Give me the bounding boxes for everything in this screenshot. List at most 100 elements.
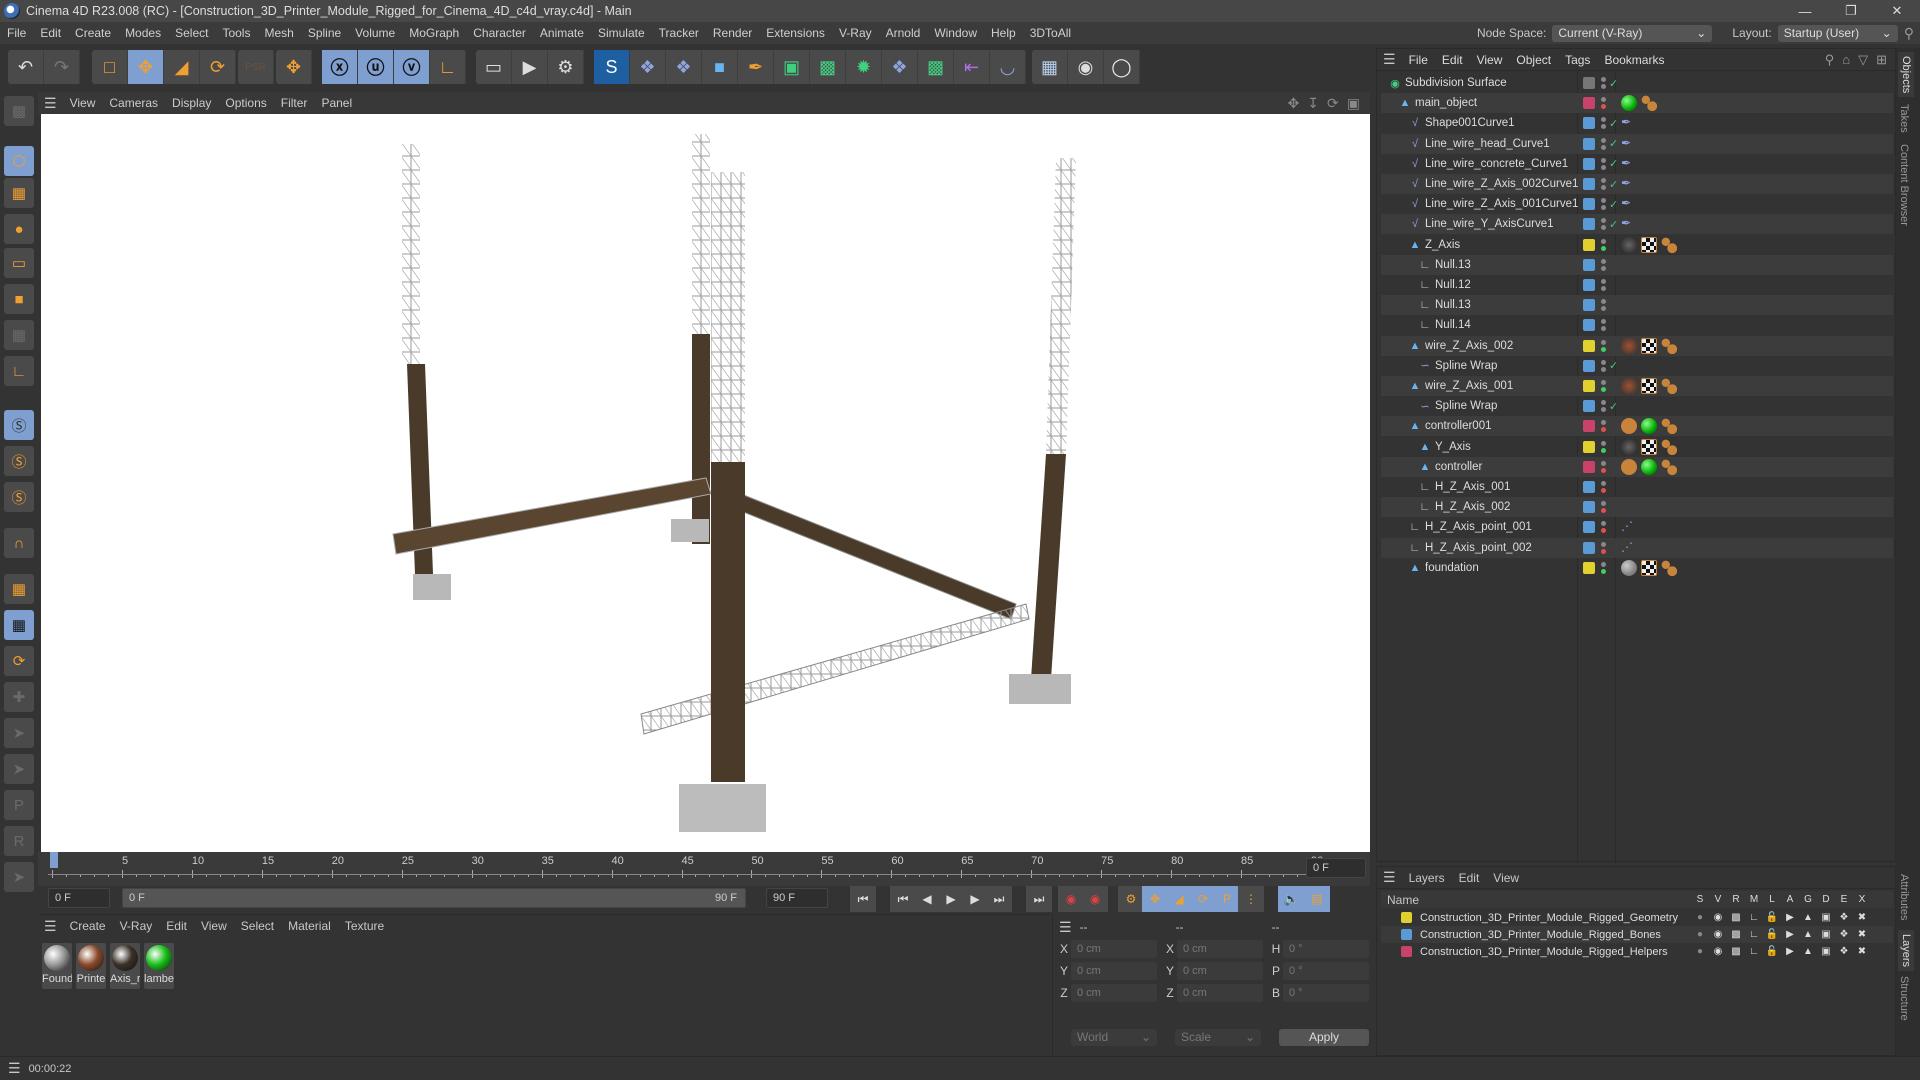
rotation-p-field[interactable]: 0 ° [1283,962,1369,980]
material-menu-v-ray[interactable]: V-Ray [113,919,160,933]
object-name[interactable]: controller001 [1425,420,1491,432]
next-frame-icon[interactable]: ▶ [962,886,988,912]
layer-flag-d-icon[interactable]: ▣ [1817,946,1835,957]
menu-edit[interactable]: Edit [33,26,68,40]
layer-flag-a-icon[interactable]: ▶ [1781,929,1799,940]
flag-header-g[interactable]: G [1799,894,1817,905]
layer-flag-r-icon[interactable]: ▩ [1727,946,1745,957]
flag-header-s[interactable]: S [1691,894,1709,905]
editor-visibility-dot[interactable] [1601,117,1606,123]
layer-color-swatch[interactable] [1401,912,1412,923]
menu-select[interactable]: Select [168,26,215,40]
extrude-icon[interactable]: ▩ [810,50,846,84]
maximize-view-icon[interactable]: ▣ [1347,95,1360,112]
spline-tag-icon[interactable]: ✒ [1621,115,1637,131]
editor-visibility-dot[interactable] [1601,380,1606,385]
layer-color-swatch[interactable] [1583,501,1595,514]
dots-tag-icon[interactable] [1661,337,1677,354]
layer-color-swatch[interactable] [1583,561,1595,574]
make-editable-icon[interactable]: ▩ [4,96,34,126]
visibility-dots[interactable] [1601,117,1607,130]
visibility-dots[interactable] [1601,521,1607,534]
position-y-field[interactable]: 0 cm [1071,962,1157,980]
prev-frame-icon[interactable]: ◀ [914,886,940,912]
flag-header-d[interactable]: D [1817,894,1835,905]
object-menu-tags[interactable]: Tags [1558,53,1597,67]
menu-arnold[interactable]: Arnold [879,26,928,40]
layer-flag-e-icon[interactable]: ❖ [1835,912,1853,923]
editor-visibility-dot[interactable] [1601,339,1606,345]
object-name[interactable]: Line_wire_Y_AxisCurve1 [1425,218,1553,230]
rotation-b-field[interactable]: 0 ° [1283,984,1369,1002]
polygons-mode-icon[interactable]: ■ [4,284,34,314]
enabled-check-icon[interactable]: ✓ [1609,218,1618,231]
object-name[interactable]: controller [1435,461,1482,473]
menu-spline[interactable]: Spline [301,26,348,40]
layer-color-swatch[interactable] [1583,279,1595,291]
sound-icon[interactable]: 🔈 [1278,886,1304,912]
object-name[interactable]: H_Z_Axis_001 [1435,481,1510,493]
green-tag-icon[interactable] [1641,458,1657,475]
deformer-icon[interactable]: ◡ [990,50,1026,84]
close-button[interactable]: ✕ [1874,0,1920,22]
flag-header-e[interactable]: E [1835,894,1853,905]
object-name[interactable]: Line_wire_concrete_Curve1 [1425,158,1568,170]
autokey-icon[interactable]: ◉ [1082,886,1108,912]
z-axis-lock-icon[interactable]: ⓥ [394,50,430,84]
layer-color-swatch[interactable] [1583,359,1595,372]
editor-visibility-dot[interactable] [1601,501,1606,507]
render-visibility-dot[interactable] [1601,488,1606,493]
rotate-icon[interactable]: ⟳ [200,50,236,84]
workplane-icon[interactable]: ▦ [4,574,34,604]
visibility-dots[interactable] [1601,420,1607,433]
move-key-icon[interactable]: ✥ [1142,886,1168,912]
enabled-check-icon[interactable]: ✓ [1609,137,1618,150]
restore-button[interactable]: ❐ [1828,0,1874,22]
dots-tag-icon[interactable] [1661,458,1677,475]
hamburger-icon[interactable]: ☰ [1377,869,1402,886]
ik-tag-icon[interactable]: ⋰ [1621,519,1637,535]
pin-icon[interactable]: ➤ [4,718,34,748]
play-icon[interactable]: ▶ [938,886,964,912]
hamburger-icon[interactable]: ☰ [38,918,63,935]
checker-tag-icon[interactable] [1641,559,1657,576]
python-icon-2[interactable]: ❖ [666,50,702,84]
object-name[interactable]: Line_wire_Z_Axis_001Curve1 [1425,198,1578,210]
size-x-field[interactable]: 0 cm [1177,940,1263,958]
editor-visibility-dot[interactable] [1601,400,1606,406]
move-icon[interactable]: ✥ [128,50,164,84]
editor-visibility-dot[interactable] [1601,481,1606,486]
editor-visibility-dot[interactable] [1601,420,1606,426]
render-visibility-dot[interactable] [1601,205,1606,211]
menu-create[interactable]: Create [68,26,118,40]
y-axis-lock-icon[interactable]: ⓤ [358,50,394,84]
menu-mograph[interactable]: MoGraph [402,26,466,40]
material-menu-select[interactable]: Select [234,919,281,933]
object-row[interactable]: ∟ H_Z_Axis_point_002 ⋰ [1381,537,1893,558]
menu-help[interactable]: Help [984,26,1023,40]
redo-icon[interactable]: ↷ [44,50,80,84]
object-name[interactable]: foundation [1425,562,1479,574]
layer-flag-g-icon[interactable]: ▲ [1799,946,1817,957]
object-name[interactable]: Null.14 [1435,319,1471,331]
viewport-menu-cameras[interactable]: Cameras [102,96,165,110]
editor-visibility-dot[interactable] [1601,97,1606,103]
layer-flag-l-icon[interactable]: 🔓 [1763,929,1781,940]
layer-name[interactable]: Construction_3D_Printer_Module_Rigged_He… [1420,946,1668,958]
render-visibility-dot[interactable] [1601,185,1606,190]
layer-menu-view[interactable]: View [1486,871,1526,885]
object-name[interactable]: main_object [1415,97,1477,109]
object-menu-object[interactable]: Object [1509,53,1558,67]
enabled-check-icon[interactable]: ✓ [1609,77,1618,90]
hamburger-icon[interactable]: ☰ [38,95,63,112]
axis-mode-icon[interactable]: ∟ [4,356,34,386]
dots-tag-icon[interactable] [1661,559,1677,576]
tab-objects[interactable]: Objects [1898,52,1914,98]
object-row[interactable]: √ Line_wire_head_Curve1 ✓ ✒ [1381,133,1893,154]
render-visibility-dot[interactable] [1601,84,1606,89]
render-visibility-dot[interactable] [1601,245,1606,251]
object-menu-view[interactable]: View [1470,53,1510,67]
material-menu-edit[interactable]: Edit [159,919,194,933]
layer-flag-m-icon[interactable]: ∟ [1745,912,1763,923]
render-visibility-dot[interactable] [1601,286,1606,291]
